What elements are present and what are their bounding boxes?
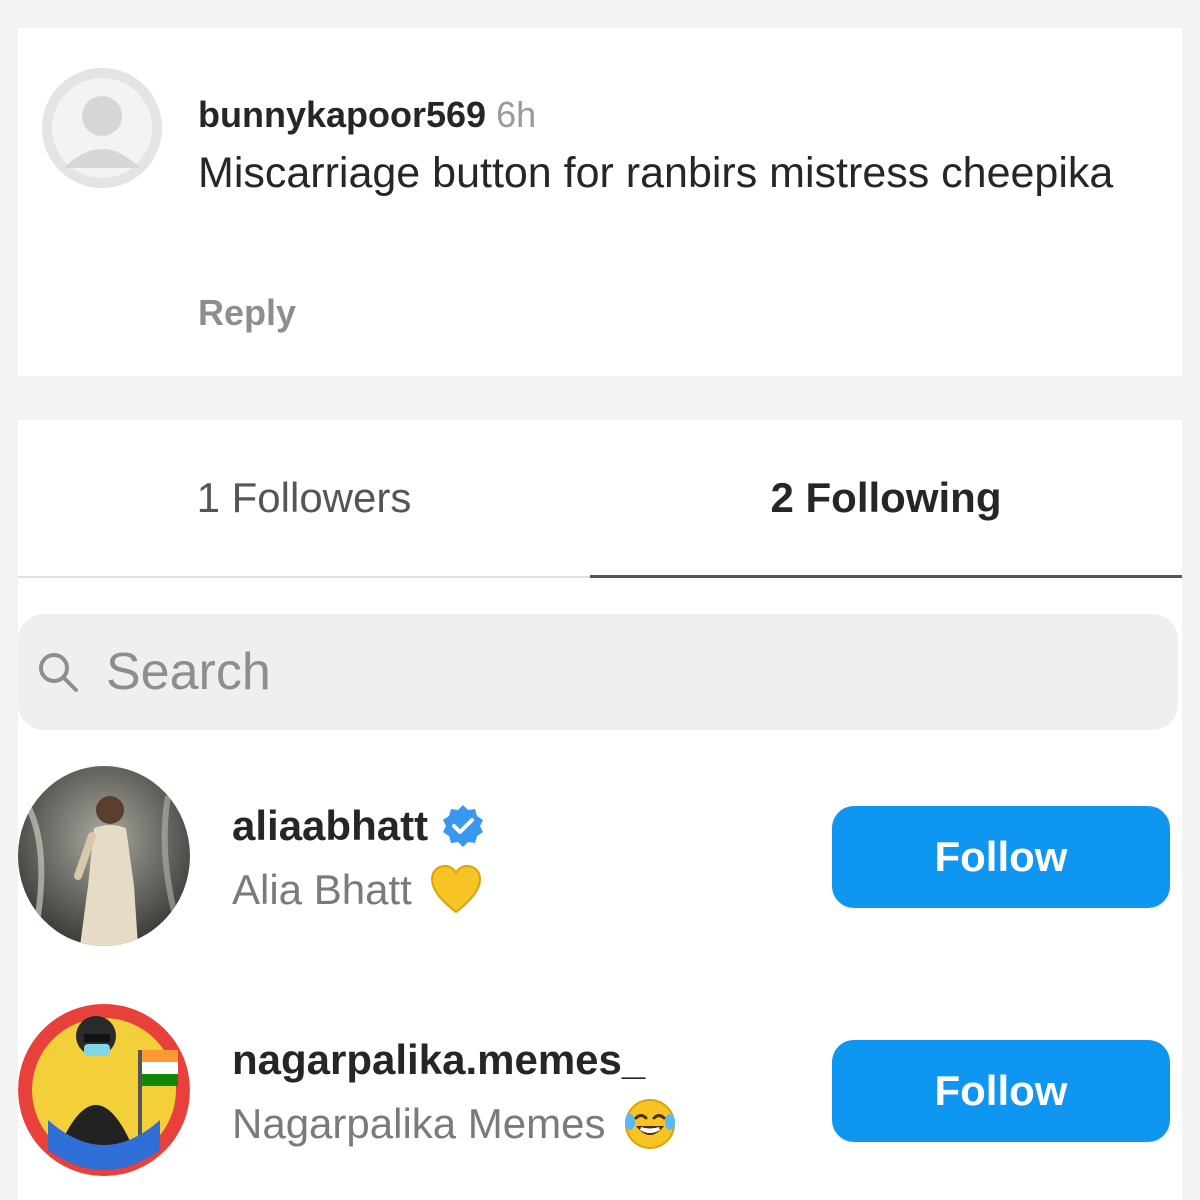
search-bar[interactable] bbox=[18, 614, 1178, 730]
follow-list-panel: 1 Followers 2 Following Search aliaabhat… bbox=[18, 420, 1182, 1200]
username-text[interactable]: aliaabhatt bbox=[232, 802, 428, 850]
search-input[interactable] bbox=[104, 641, 1108, 703]
reply-button[interactable]: Reply bbox=[198, 292, 296, 334]
follow-button[interactable]: Follow bbox=[832, 1040, 1170, 1142]
comment-card: bunnykapoor569 6h Miscarriage button for … bbox=[18, 28, 1182, 376]
full-name-text: Nagarpalika Memes bbox=[232, 1100, 606, 1147]
username-text[interactable]: nagarpalika.memes_ bbox=[232, 1036, 645, 1084]
list-item[interactable]: nagarpalika.memes_ Nagarpalika Memes Fol… bbox=[18, 1000, 1182, 1184]
search-icon bbox=[39, 653, 78, 692]
yellow-heart-icon bbox=[430, 864, 481, 914]
avatar[interactable] bbox=[18, 1000, 190, 1180]
avatar[interactable] bbox=[18, 766, 190, 946]
list-item[interactable]: aliaabhatt Alia Bhatt Follow bbox=[18, 766, 1182, 950]
tab-followers[interactable]: 1 Followers bbox=[18, 420, 590, 578]
username[interactable]: aliaabhatt bbox=[232, 802, 486, 850]
face-with-tears-of-joy-icon bbox=[624, 1099, 675, 1149]
verified-badge-icon bbox=[443, 805, 484, 847]
comment-username[interactable]: bunnykapoor569 bbox=[198, 94, 486, 135]
full-name: Nagarpalika Memes bbox=[232, 1096, 678, 1152]
username[interactable]: nagarpalika.memes_ bbox=[232, 1036, 645, 1084]
comment-timestamp: 6h bbox=[496, 94, 537, 135]
default-avatar-icon[interactable] bbox=[42, 68, 162, 188]
full-name: Alia Bhatt bbox=[232, 862, 484, 918]
follow-button[interactable]: Follow bbox=[832, 806, 1170, 908]
tab-following[interactable]: 2 Following bbox=[590, 420, 1182, 578]
comment-text: Miscarriage button for ranbirs mistress … bbox=[198, 149, 1114, 197]
full-name-text: Alia Bhatt bbox=[232, 866, 412, 913]
tab-bar: 1 Followers 2 Following bbox=[18, 420, 1182, 578]
comment-header: bunnykapoor569 6h bbox=[198, 94, 536, 136]
